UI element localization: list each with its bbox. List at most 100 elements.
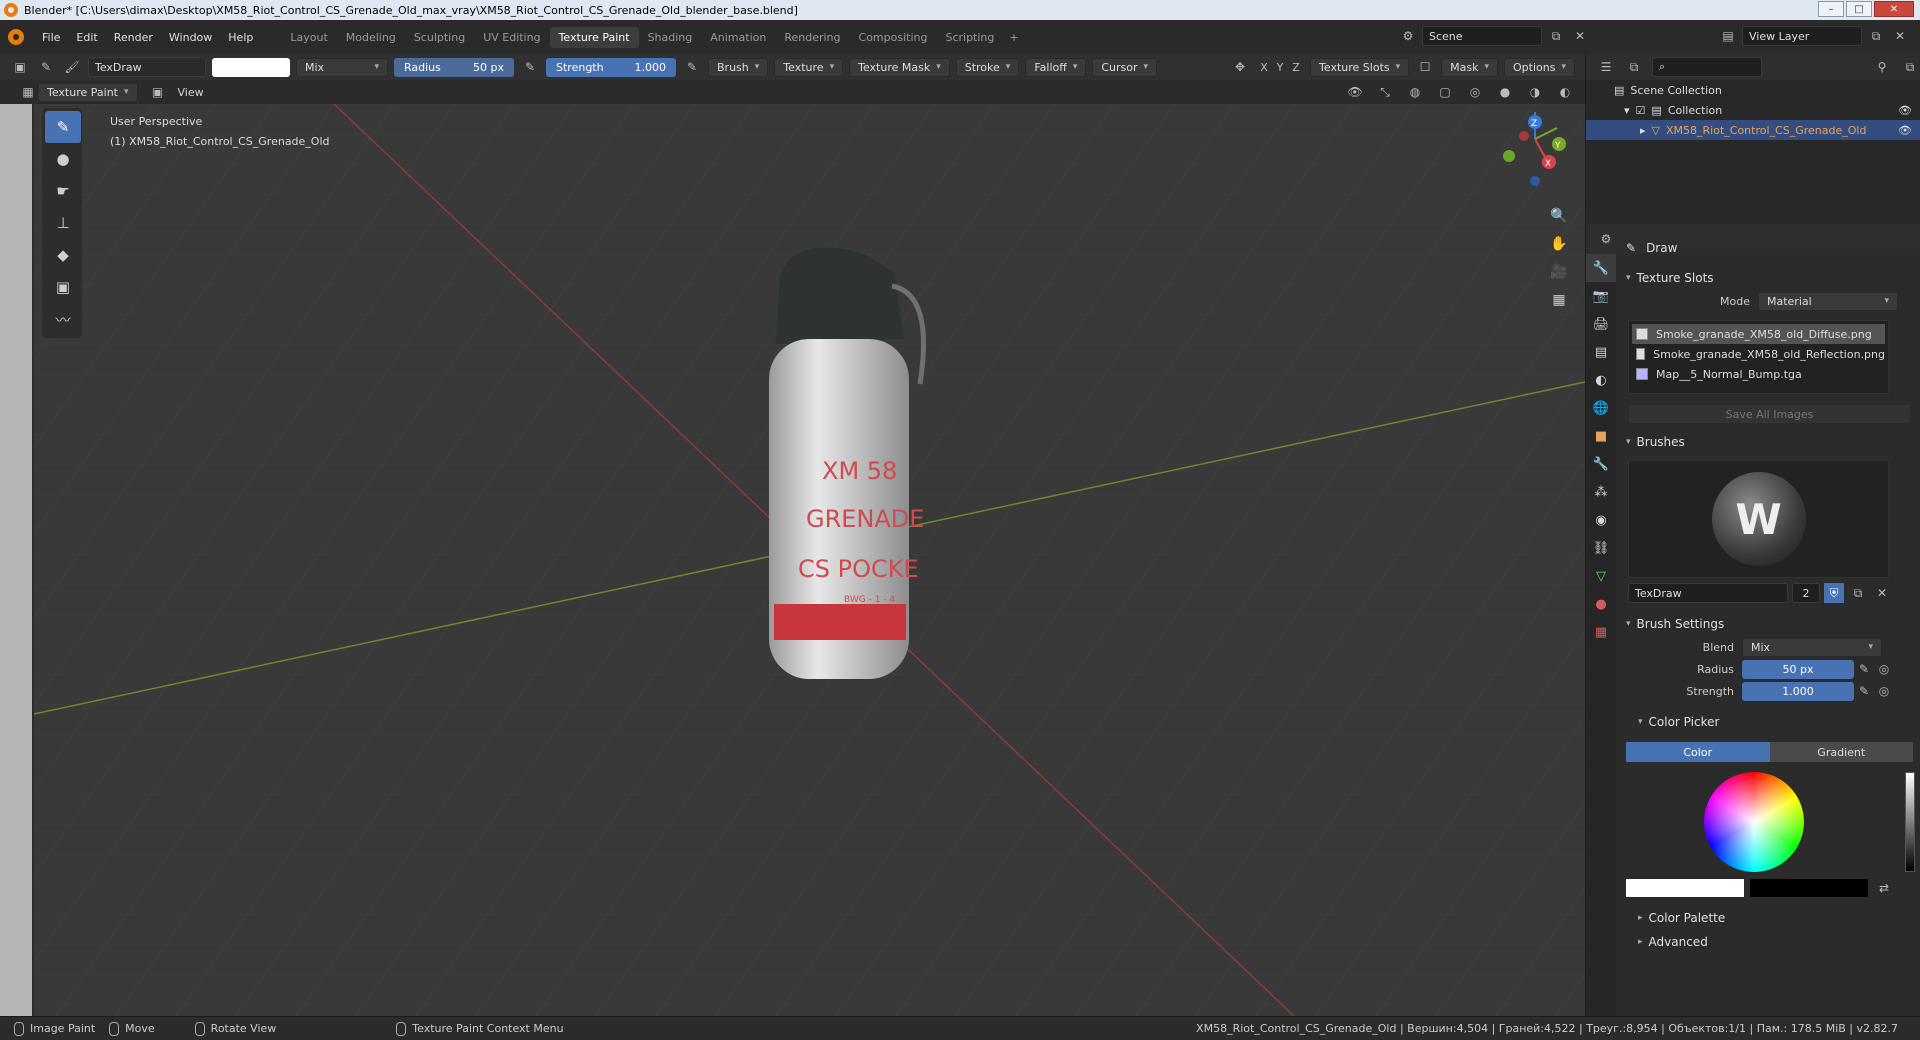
outliner-search-input[interactable]: ⌕ — [1652, 57, 1762, 77]
brush-preview[interactable]: W — [1628, 460, 1889, 578]
expand-icon[interactable]: ▾ — [1624, 104, 1630, 117]
symmetry-icon[interactable]: ✥ — [1230, 57, 1250, 77]
draw-tool-icon[interactable]: ✎ — [45, 111, 81, 143]
eye-icon[interactable]: 👁 — [1898, 124, 1912, 137]
strength-slider[interactable]: Strength 1.000 — [546, 57, 676, 77]
rendered-shading-icon[interactable]: ◐ — [1555, 82, 1575, 102]
maximize-button[interactable]: □ — [1846, 1, 1872, 17]
add-workspace-button[interactable]: + — [1003, 27, 1024, 48]
xray-icon[interactable]: ▢ — [1435, 82, 1455, 102]
tab-scripting[interactable]: Scripting — [936, 27, 1003, 48]
delete-view-layer-icon[interactable]: ✕ — [1890, 26, 1910, 46]
solid-shading-icon[interactable]: ● — [1495, 82, 1515, 102]
mirror-y-toggle[interactable]: Y — [1272, 61, 1288, 74]
mode-dropdown[interactable]: Texture Paint — [38, 82, 138, 102]
expand-icon[interactable]: ▸ — [1640, 124, 1646, 137]
modifier-tab-icon[interactable]: 🔧 — [1586, 450, 1616, 478]
tool-icon[interactable]: ✎ — [36, 57, 56, 77]
stroke-menu[interactable]: Stroke — [955, 57, 1020, 77]
radius-slider[interactable]: 50 px — [1742, 659, 1854, 679]
save-all-images-button[interactable]: Save All Images — [1628, 404, 1911, 424]
color-palette-panel-header[interactable]: ▸ Color Palette — [1618, 906, 1920, 930]
strength-unit-icon[interactable]: ◎ — [1874, 681, 1894, 701]
scene-icon[interactable]: ⚙ — [1398, 26, 1418, 46]
3d-viewport[interactable]: XM 58 GRENADE CS POCKE BWG - 1 - 4 Z Y X… — [34, 104, 1585, 1016]
eye-icon[interactable]: 👁 — [1898, 104, 1912, 117]
overlays-icon[interactable]: ◍ — [1405, 82, 1425, 102]
advanced-panel-header[interactable]: ▸ Advanced — [1618, 930, 1920, 954]
brush-icon[interactable]: 🖌 — [62, 57, 82, 77]
texture-slot-item[interactable]: Smoke_granade_XM58_old_Diffuse.png — [1632, 324, 1885, 344]
cursor-menu[interactable]: Cursor — [1092, 57, 1158, 77]
color-wheel[interactable] — [1704, 772, 1804, 872]
radius-pressure-icon[interactable]: ✎ — [1854, 659, 1874, 679]
ortho-toggle-icon[interactable]: ▦ — [1547, 288, 1571, 312]
brush-name-field[interactable]: TexDraw — [1628, 583, 1788, 603]
texture-slot-item[interactable]: Smoke_granade_XM58_old_Reflection.png — [1632, 344, 1885, 364]
close-button[interactable]: ✕ — [1874, 1, 1914, 17]
brush-settings-panel-header[interactable]: ▾ Brush Settings — [1618, 612, 1920, 636]
render-tab-icon[interactable]: 📷 — [1586, 282, 1616, 310]
physics-tab-icon[interactable]: ◉ — [1586, 506, 1616, 534]
constraints-tab-icon[interactable]: ⛓ — [1586, 534, 1616, 562]
tab-animation[interactable]: Animation — [701, 27, 775, 48]
texture-slots-panel-header[interactable]: ▾ Texture Slots — [1618, 266, 1920, 290]
radius-slider[interactable]: Radius 50 px — [394, 57, 514, 77]
outliner-scene-collection[interactable]: ▤ Scene Collection — [1586, 80, 1920, 100]
wireframe-shading-icon[interactable]: ◎ — [1465, 82, 1485, 102]
radius-pressure-icon[interactable]: ✎ — [520, 57, 540, 77]
strength-pressure-icon[interactable]: ✎ — [1854, 681, 1874, 701]
material-tab-icon[interactable]: ● — [1586, 590, 1616, 618]
secondary-color-swatch[interactable] — [1750, 879, 1868, 897]
strength-slider[interactable]: 1.000 — [1742, 681, 1854, 701]
mask-tool-icon[interactable]: ▣ — [45, 271, 81, 303]
material-shading-icon[interactable]: ◑ — [1525, 82, 1545, 102]
view-layer-tab-icon[interactable]: ▤ — [1586, 338, 1616, 366]
camera-view-icon[interactable]: 🎥 — [1547, 260, 1571, 284]
minimize-button[interactable]: – — [1818, 1, 1844, 17]
particles-tab-icon[interactable]: ⁂ — [1586, 478, 1616, 506]
primary-color-swatch[interactable] — [1626, 879, 1744, 897]
menu-window[interactable]: Window — [161, 31, 220, 44]
view-menu[interactable]: View — [178, 86, 204, 99]
mode-dropdown[interactable]: Material — [1758, 291, 1898, 311]
view-layer-icon[interactable]: ▤ — [1718, 26, 1738, 46]
falloff-menu[interactable]: Falloff — [1025, 57, 1087, 77]
object-tab-icon[interactable]: ■ — [1586, 422, 1616, 450]
menu-help[interactable]: Help — [220, 31, 261, 44]
view-layer-field[interactable]: View Layer — [1742, 26, 1862, 46]
texture-slots-menu[interactable]: Texture Slots — [1310, 57, 1410, 77]
visibility-icon[interactable]: 👁 — [1345, 82, 1365, 102]
clone-tool-icon[interactable]: ⊥ — [45, 207, 81, 239]
texture-slot-item[interactable]: Map__5_Normal_Bump.tga — [1632, 364, 1885, 384]
menu-edit[interactable]: Edit — [68, 31, 105, 44]
zoom-icon[interactable]: 🔍 — [1547, 204, 1571, 228]
soften-tool-icon[interactable]: ● — [45, 143, 81, 175]
new-scene-icon[interactable]: ⧉ — [1546, 26, 1566, 46]
fill-tool-icon[interactable]: ◆ — [45, 239, 81, 271]
mirror-z-toggle[interactable]: Z — [1288, 61, 1304, 74]
paint-mask-icon[interactable]: ▣ — [148, 82, 168, 102]
brush-users-count[interactable]: 2 — [1792, 583, 1820, 603]
gradient-tab[interactable]: Gradient — [1769, 742, 1913, 762]
mirror-x-toggle[interactable]: X — [1256, 61, 1272, 74]
properties-editor-icon[interactable]: ⚙ — [1596, 229, 1616, 249]
tab-rendering[interactable]: Rendering — [775, 27, 849, 48]
tab-shading[interactable]: Shading — [639, 27, 702, 48]
mask-checkbox[interactable]: ☐ — [1415, 57, 1435, 77]
collection-checkbox[interactable]: ☑ — [1636, 104, 1646, 117]
menu-file[interactable]: File — [34, 31, 68, 44]
unlink-brush-icon[interactable]: ✕ — [1872, 583, 1892, 603]
fake-user-icon[interactable]: ⛨ — [1824, 583, 1844, 603]
swap-colors-icon[interactable]: ⇄ — [1874, 878, 1894, 898]
new-view-layer-icon[interactable]: ⧉ — [1866, 26, 1886, 46]
radius-unit-icon[interactable]: ◎ — [1874, 659, 1894, 679]
smear-tool-icon[interactable]: ☛ — [45, 175, 81, 207]
editor-type-icon[interactable]: ▣ — [10, 57, 30, 77]
tab-layout[interactable]: Layout — [281, 27, 336, 48]
brush-name-field[interactable]: TexDraw — [88, 57, 206, 77]
blender-menu-icon[interactable] — [8, 29, 24, 45]
world-tab-icon[interactable]: 🌐 — [1586, 394, 1616, 422]
texture-mask-menu[interactable]: Texture Mask — [849, 57, 950, 77]
texture-menu[interactable]: Texture — [774, 57, 844, 77]
